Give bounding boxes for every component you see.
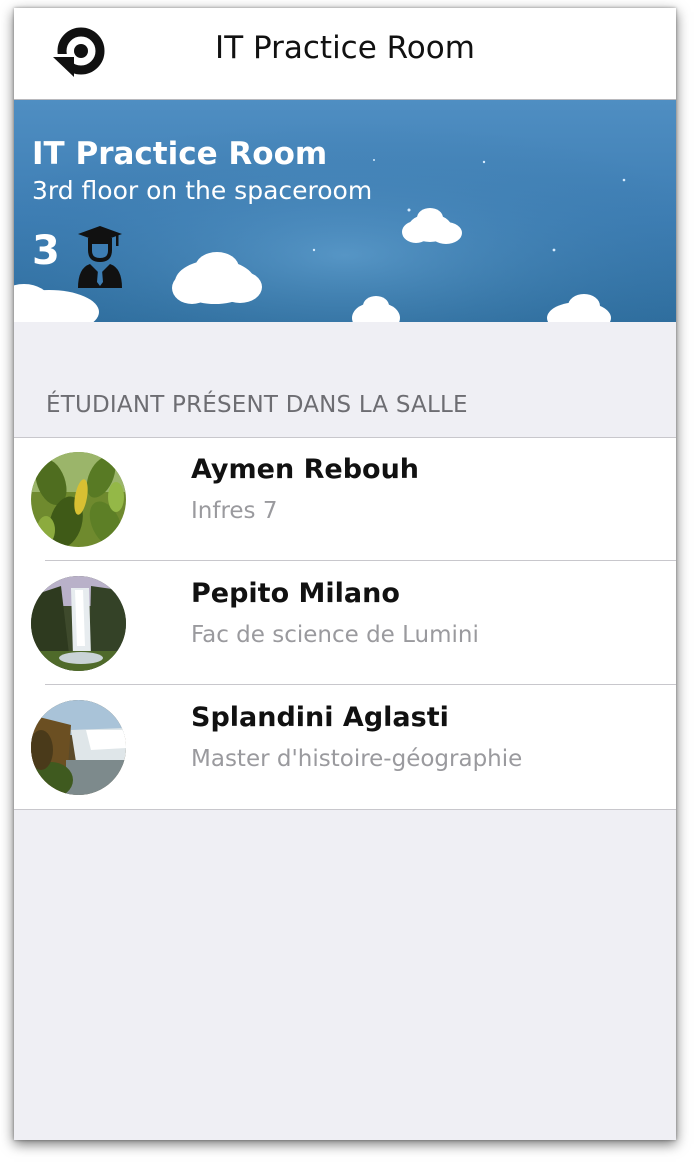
list-item[interactable]: Aymen Rebouh Infres 7 <box>14 438 676 561</box>
graduate-icon <box>78 226 122 288</box>
waterfall-photo <box>31 700 126 795</box>
student-program: Master d'histoire-géographie <box>191 746 523 772</box>
avatar <box>31 452 126 547</box>
leaves-photo <box>31 452 126 547</box>
student-list: Aymen Rebouh Infres 7 Pepito Milano Fac … <box>14 437 676 810</box>
student-name: Splandini Aglasti <box>191 702 449 733</box>
student-program: Infres 7 <box>191 498 278 524</box>
divider <box>45 560 676 561</box>
app-screen: IT Practice Room IT Practice Room 3rd fl… <box>14 8 676 1140</box>
room-location: 3rd floor on the spaceroom <box>32 176 373 205</box>
avatar <box>31 576 126 671</box>
student-name: Pepito Milano <box>191 578 400 609</box>
student-count: 3 <box>32 228 60 274</box>
navigation-bar: IT Practice Room <box>14 8 676 100</box>
avatar <box>31 700 126 795</box>
list-item[interactable]: Pepito Milano Fac de science de Lumini <box>14 562 676 685</box>
section-header: ÉTUDIANT PRÉSENT DANS LA SALLE <box>46 392 468 418</box>
room-banner: IT Practice Room 3rd floor on the spacer… <box>14 100 676 322</box>
page-title: IT Practice Room <box>215 30 475 66</box>
student-program: Fac de science de Lumini <box>191 622 479 648</box>
waterfall-photo <box>31 576 126 671</box>
student-name: Aymen Rebouh <box>191 454 420 485</box>
list-item[interactable]: Splandini Aglasti Master d'histoire-géog… <box>14 686 676 809</box>
room-name: IT Practice Room <box>32 136 328 172</box>
divider <box>45 684 676 685</box>
